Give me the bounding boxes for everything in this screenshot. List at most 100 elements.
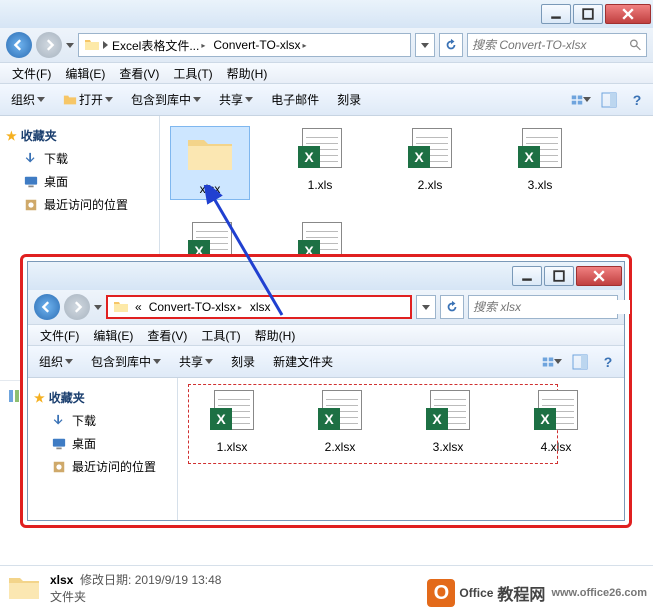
refresh-button[interactable] (440, 295, 464, 319)
file-label: 4.xlsx (541, 440, 572, 454)
sidebar-item-downloads[interactable]: 下载 (4, 147, 155, 170)
search-field[interactable] (473, 300, 630, 314)
help-button[interactable]: ? (627, 90, 647, 110)
menu-file[interactable]: 文件(F) (6, 63, 57, 84)
search-input[interactable] (467, 33, 647, 57)
menu-edit[interactable]: 编辑(E) (59, 63, 111, 84)
burn-button[interactable]: 刻录 (332, 88, 366, 111)
status-date: 2019/9/19 13:48 (135, 573, 222, 587)
view-options-button[interactable] (571, 90, 591, 110)
breadcrumb-seg[interactable]: Excel表格文件...▸ (108, 34, 209, 56)
excel-icon: X (408, 128, 452, 172)
sidebar-item-label: 最近访问的位置 (72, 458, 156, 475)
address-dropdown[interactable] (416, 295, 436, 319)
watermark-url: www.office26.com (551, 587, 647, 599)
share-button[interactable]: 共享 (174, 350, 218, 373)
sidebar-item-label: 最近访问的位置 (44, 196, 128, 213)
file-label: 1.xlsx (217, 440, 248, 454)
forward-button[interactable] (64, 294, 90, 320)
help-button[interactable]: ? (598, 352, 618, 372)
preview-pane-button[interactable] (599, 90, 619, 110)
share-button[interactable]: 共享 (214, 88, 258, 111)
forward-button[interactable] (36, 32, 62, 58)
desktop-icon (52, 437, 66, 451)
favorites-header[interactable]: ★收藏夹 (4, 124, 155, 147)
search-field[interactable] (472, 38, 629, 52)
sidebar-item-label: 下载 (44, 150, 68, 167)
back-button[interactable] (34, 294, 60, 320)
refresh-button[interactable] (439, 33, 463, 57)
new-folder-button[interactable]: 新建文件夹 (268, 350, 338, 373)
minimize-button[interactable] (512, 266, 542, 286)
menu-help[interactable]: 帮助(H) (221, 63, 274, 84)
file-item[interactable]: X1.xls (280, 126, 360, 200)
breadcrumb-seg[interactable]: Convert-TO-xlsx▸ (145, 297, 246, 317)
sidebar-item-desktop[interactable]: 桌面 (4, 170, 155, 193)
download-icon (52, 414, 66, 428)
sidebar-item-recent[interactable]: 最近访问的位置 (32, 455, 173, 478)
menu-view[interactable]: 查看(V) (113, 63, 165, 84)
status-type: 文件夹 (50, 588, 221, 605)
file-item[interactable]: X2.xls (390, 126, 470, 200)
file-item[interactable]: X3.xls (500, 126, 580, 200)
file-item[interactable]: X2.xlsx (300, 388, 380, 454)
file-label: 3.xlsx (433, 440, 464, 454)
file-pane[interactable]: X 1.xlsx X2.xlsx X 3.xlsx X 4.xlsx (178, 378, 624, 520)
sidebar-item-downloads[interactable]: 下载 (32, 409, 173, 432)
menu-file[interactable]: 文件(F) (34, 325, 85, 346)
favorites-header[interactable]: ★收藏夹 (32, 386, 173, 409)
breadcrumb[interactable]: « Convert-TO-xlsx▸ xlsx (106, 295, 412, 319)
excel-icon: X (210, 390, 254, 434)
view-options-button[interactable] (542, 352, 562, 372)
recent-icon (24, 198, 38, 212)
open-button[interactable]: 打开 (58, 88, 118, 111)
preview-pane-button[interactable] (570, 352, 590, 372)
folder-item[interactable]: xlsx (170, 126, 250, 200)
sidebar-item-desktop[interactable]: 桌面 (32, 432, 173, 455)
breadcrumb-seg[interactable]: Convert-TO-xlsx▸ (209, 34, 310, 56)
close-button[interactable] (605, 4, 651, 24)
menu-tools[interactable]: 工具(T) (195, 325, 246, 346)
toolbar: 组织 打开 包含到库中 共享 电子邮件 刻录 ? (0, 84, 653, 116)
excel-icon: X (534, 390, 578, 434)
sidebar-item-label: 桌面 (44, 173, 68, 190)
sidebar-item-recent[interactable]: 最近访问的位置 (4, 193, 155, 216)
breadcrumb[interactable]: Excel表格文件...▸ Convert-TO-xlsx▸ (78, 33, 411, 57)
menu-edit[interactable]: 编辑(E) (87, 325, 139, 346)
watermark-brand: Office (459, 586, 493, 600)
maximize-button[interactable] (544, 266, 574, 286)
file-item[interactable]: X 3.xlsx (408, 388, 488, 454)
file-item[interactable]: X 4.xlsx (516, 388, 596, 454)
folder-open-icon (63, 93, 77, 107)
file-item[interactable]: X 1.xlsx (192, 388, 272, 454)
menu-tools[interactable]: 工具(T) (167, 63, 218, 84)
organize-button[interactable]: 组织 (34, 350, 78, 373)
maximize-button[interactable] (573, 4, 603, 24)
back-button[interactable] (6, 32, 32, 58)
recent-icon (52, 460, 66, 474)
file-label: 1.xls (308, 178, 333, 192)
include-button[interactable]: 包含到库中 (126, 88, 206, 111)
burn-button[interactable]: 刻录 (226, 350, 260, 373)
menu-help[interactable]: 帮助(H) (249, 325, 302, 346)
menu-bar: 文件(F) 编辑(E) 查看(V) 工具(T) 帮助(H) (0, 62, 653, 84)
organize-button[interactable]: 组织 (6, 88, 50, 111)
history-dropdown-icon[interactable] (94, 305, 102, 310)
logo-icon: O (427, 579, 455, 607)
breadcrumb-seg[interactable]: xlsx (246, 297, 275, 317)
history-dropdown-icon[interactable] (66, 43, 74, 48)
titlebar (0, 0, 653, 28)
address-dropdown[interactable] (415, 33, 435, 57)
menu-bar: 文件(F) 编辑(E) 查看(V) 工具(T) 帮助(H) (28, 324, 624, 346)
star-icon: ★ (6, 129, 17, 143)
menu-view[interactable]: 查看(V) (141, 325, 193, 346)
star-icon: ★ (34, 391, 45, 405)
include-button[interactable]: 包含到库中 (86, 350, 166, 373)
excel-icon: X (426, 390, 470, 434)
minimize-button[interactable] (541, 4, 571, 24)
excel-icon: X (518, 128, 562, 172)
close-button[interactable] (576, 266, 622, 286)
search-input[interactable] (468, 295, 618, 319)
toolbar: 组织 包含到库中 共享 刻录 新建文件夹 ? (28, 346, 624, 378)
email-button[interactable]: 电子邮件 (266, 88, 324, 111)
